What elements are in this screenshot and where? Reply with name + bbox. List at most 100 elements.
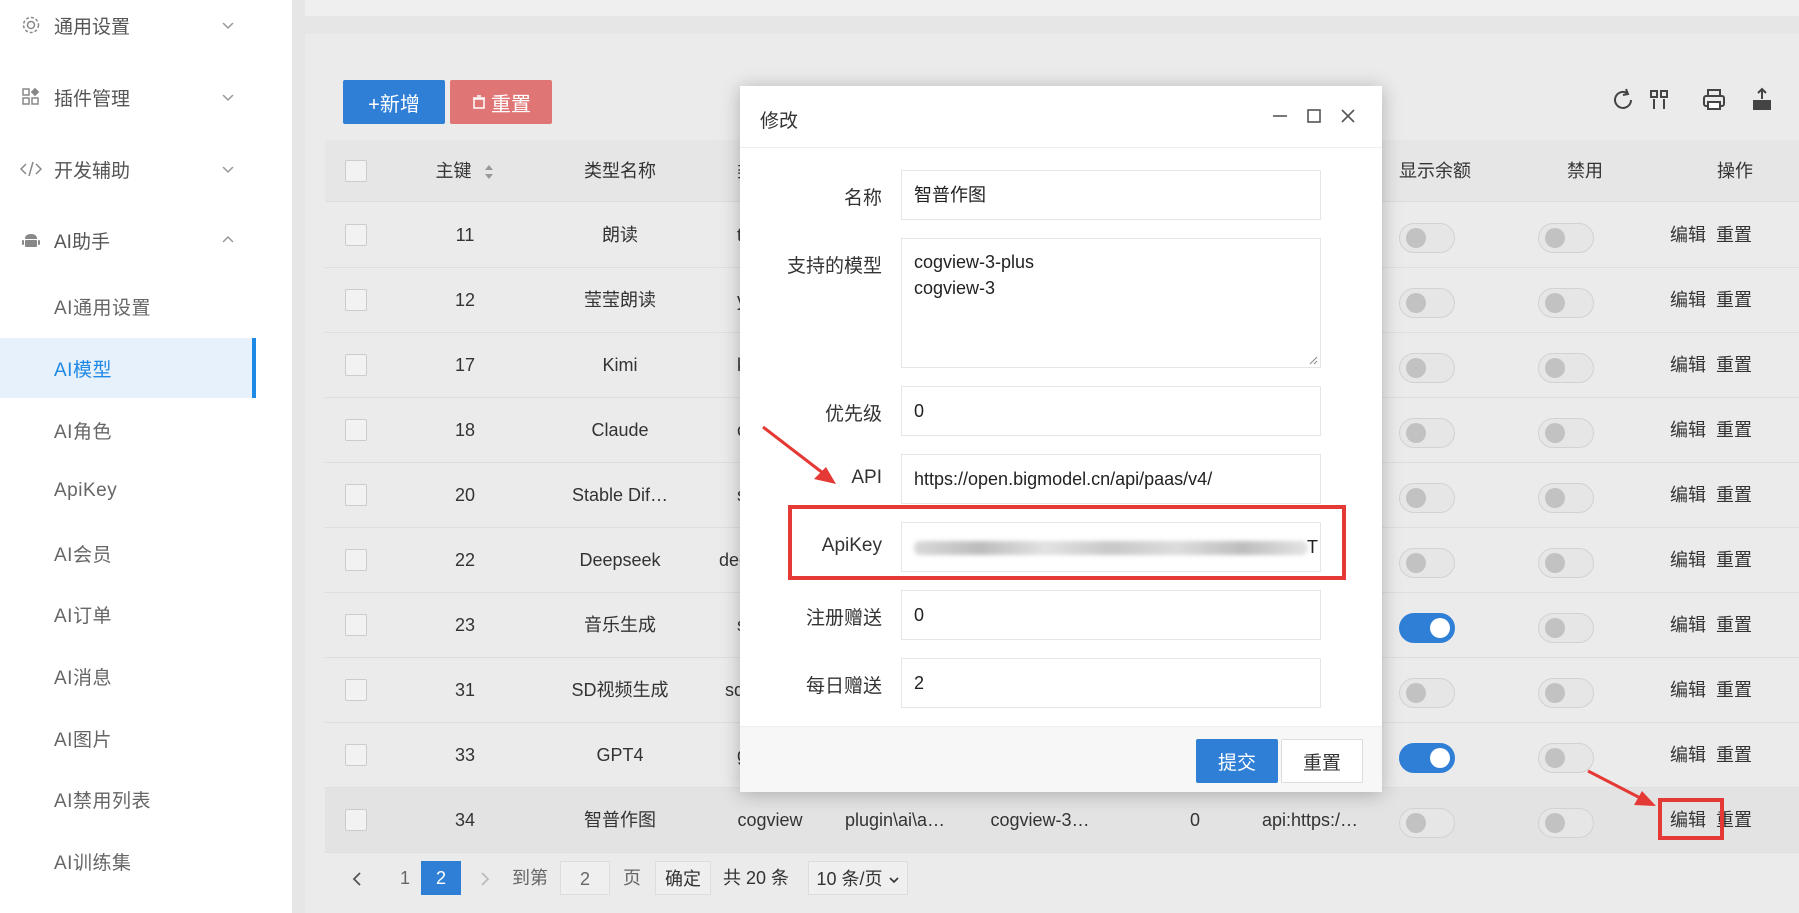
sidebar-item-ai-training-set[interactable]: AI训练集: [0, 831, 292, 891]
disabled-switch[interactable]: [1538, 678, 1594, 708]
edit-link[interactable]: 编辑: [1670, 225, 1706, 245]
switch-knob: [1406, 423, 1426, 443]
row-checkbox[interactable]: [345, 614, 367, 636]
row-checkbox[interactable]: [345, 549, 367, 571]
row-checkbox[interactable]: [345, 679, 367, 701]
annotation-box-edit: [1658, 798, 1724, 840]
reset-link[interactable]: 重置: [1716, 615, 1752, 635]
show-balance-switch[interactable]: [1399, 678, 1455, 708]
disabled-switch[interactable]: [1538, 808, 1594, 838]
disabled-switch[interactable]: [1538, 548, 1594, 578]
row-checkbox[interactable]: [345, 354, 367, 376]
sidebar-item-ai-ban-list[interactable]: AI禁用列表: [0, 769, 292, 829]
edit-link[interactable]: 编辑: [1670, 485, 1706, 505]
page-button-1[interactable]: 1: [387, 861, 423, 895]
reset-link[interactable]: 重置: [1716, 290, 1752, 310]
add-button-label: +新增: [368, 93, 420, 116]
sidebar-item-ai-orders[interactable]: AI订单: [0, 584, 292, 644]
goto-confirm-button[interactable]: 确定: [655, 861, 711, 895]
disabled-switch[interactable]: [1538, 613, 1594, 643]
column-header-pk[interactable]: 主键: [405, 140, 525, 202]
disabled-switch[interactable]: [1538, 353, 1594, 383]
row-checkbox[interactable]: [345, 744, 367, 766]
show-balance-switch[interactable]: [1399, 808, 1455, 838]
disabled-switch[interactable]: [1538, 418, 1594, 448]
sidebar-item-apikey[interactable]: ApiKey: [0, 461, 292, 521]
menu-group-plugin-management[interactable]: 插件管理: [0, 67, 292, 127]
chevron-up-icon: [222, 235, 234, 243]
reset-link[interactable]: 重置: [1716, 485, 1752, 505]
next-page-button[interactable]: [473, 861, 497, 895]
show-balance-switch[interactable]: [1399, 548, 1455, 578]
reset-button[interactable]: 重置: [450, 80, 552, 124]
row-checkbox[interactable]: [345, 484, 367, 506]
show-balance-switch[interactable]: [1399, 483, 1455, 513]
prev-page-button[interactable]: [345, 861, 369, 895]
sidebar-item-ai-roles[interactable]: AI角色: [0, 400, 292, 460]
select-all-checkbox[interactable]: [345, 160, 367, 182]
columns-icon[interactable]: [1646, 86, 1674, 114]
menu-group-dev-assist[interactable]: 开发辅助: [0, 139, 292, 199]
sidebar-item-ai-models[interactable]: AI模型: [0, 338, 256, 398]
close-icon[interactable]: [1338, 106, 1358, 126]
cell-type-name: GPT4: [596, 745, 644, 765]
priority-input[interactable]: 0: [901, 386, 1321, 436]
reset-link[interactable]: 重置: [1716, 680, 1752, 700]
modal-reset-button[interactable]: 重置: [1281, 739, 1363, 783]
edit-link[interactable]: 编辑: [1670, 355, 1706, 375]
page-size-select[interactable]: 10 条/页: [808, 861, 908, 895]
reset-link[interactable]: 重置: [1716, 550, 1752, 570]
resize-handle-icon[interactable]: [1308, 355, 1318, 365]
show-balance-switch[interactable]: [1399, 223, 1455, 253]
show-balance-switch[interactable]: [1399, 288, 1455, 318]
show-balance-switch[interactable]: [1399, 613, 1455, 643]
sidebar-item-ai-images[interactable]: AI图片: [0, 708, 292, 768]
sidebar-item-ai-members[interactable]: AI会员: [0, 523, 292, 583]
disabled-switch[interactable]: [1538, 483, 1594, 513]
row-checkbox[interactable]: [345, 419, 367, 441]
minimize-icon[interactable]: [1270, 106, 1290, 126]
disabled-switch[interactable]: [1538, 223, 1594, 253]
name-input[interactable]: 智普作图: [901, 170, 1321, 220]
reset-link[interactable]: 重置: [1716, 225, 1752, 245]
add-button[interactable]: +新增: [343, 80, 445, 124]
submit-button[interactable]: 提交: [1196, 739, 1278, 783]
export-icon[interactable]: [1748, 86, 1776, 114]
daily-bonus-input[interactable]: 2: [901, 658, 1321, 708]
api-input[interactable]: https://open.bigmodel.cn/api/paas/v4/: [901, 454, 1321, 504]
reset-link[interactable]: 重置: [1716, 355, 1752, 375]
sidebar-item-ai-general-settings[interactable]: AI通用设置: [0, 276, 292, 336]
sort-icon[interactable]: [483, 163, 495, 181]
chevron-right-icon: [481, 872, 490, 886]
page-button-2[interactable]: 2: [421, 861, 461, 895]
reg-bonus-input[interactable]: 0: [901, 590, 1321, 640]
menu-group-ai-assistant[interactable]: AI助手: [0, 210, 292, 270]
reset-link[interactable]: 重置: [1716, 745, 1752, 765]
edit-link[interactable]: 编辑: [1670, 550, 1706, 570]
edit-link[interactable]: 编辑: [1670, 615, 1706, 635]
menu-group-general-settings[interactable]: 通用设置: [0, 0, 292, 55]
show-balance-switch[interactable]: [1399, 353, 1455, 383]
disabled-switch[interactable]: [1538, 743, 1594, 773]
switch-knob: [1545, 553, 1565, 573]
disabled-switch[interactable]: [1538, 288, 1594, 318]
maximize-icon[interactable]: [1304, 106, 1324, 126]
edit-link[interactable]: 编辑: [1670, 420, 1706, 440]
edit-link[interactable]: 编辑: [1670, 745, 1706, 765]
print-icon[interactable]: [1700, 86, 1728, 114]
row-actions: 编辑 重置: [1670, 593, 1752, 658]
show-balance-switch[interactable]: [1399, 743, 1455, 773]
sidebar-item-ai-messages[interactable]: AI消息: [0, 646, 292, 706]
show-balance-switch[interactable]: [1399, 418, 1455, 448]
models-label: 支持的模型: [786, 256, 882, 277]
row-checkbox[interactable]: [345, 289, 367, 311]
refresh-icon[interactable]: [1609, 86, 1637, 114]
row-checkbox[interactable]: [345, 809, 367, 831]
models-textarea[interactable]: cogview-3-plus cogview-3: [901, 238, 1321, 368]
edit-link[interactable]: 编辑: [1670, 680, 1706, 700]
row-checkbox[interactable]: [345, 224, 367, 246]
row-actions: 编辑 重置: [1670, 658, 1752, 723]
edit-link[interactable]: 编辑: [1670, 290, 1706, 310]
goto-page-input[interactable]: 2: [560, 861, 610, 895]
reset-link[interactable]: 重置: [1716, 420, 1752, 440]
